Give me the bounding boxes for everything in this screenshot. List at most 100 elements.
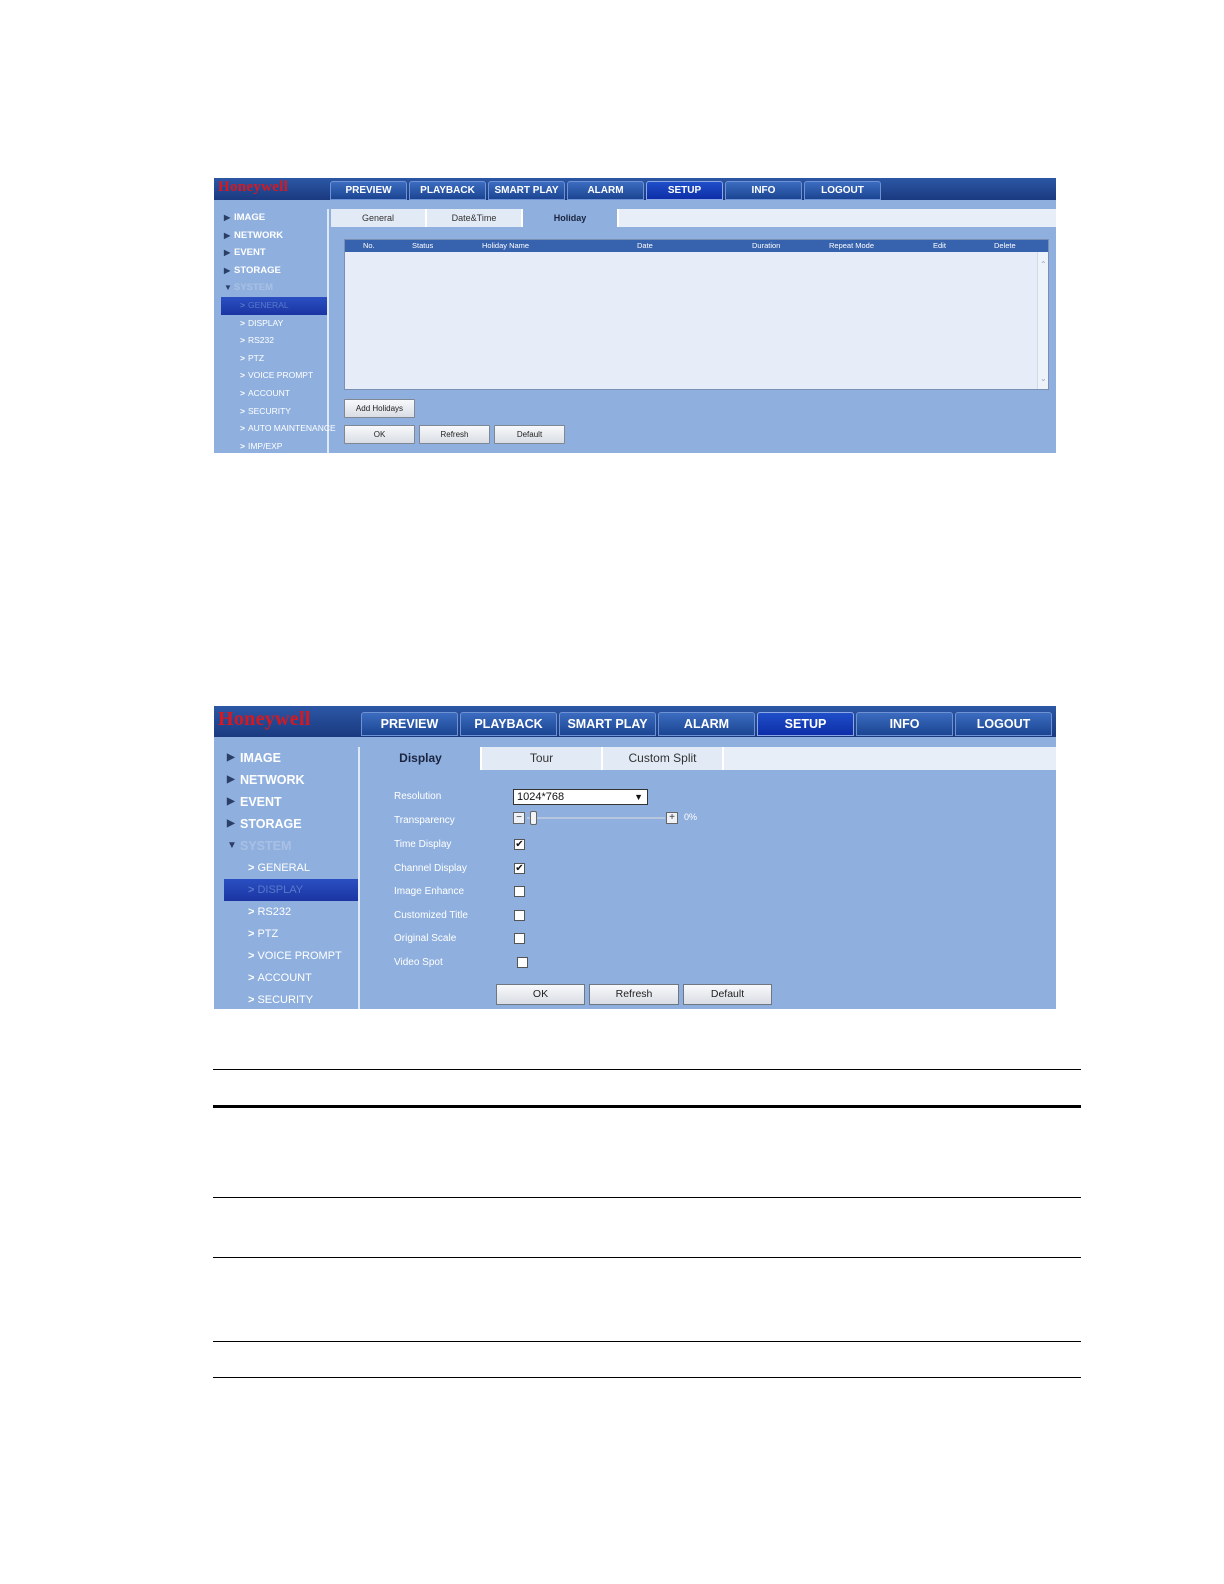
nav-smart-play[interactable]: SMART PLAY [488, 181, 565, 200]
triangle-right-icon: ▶ [227, 774, 235, 785]
sidebar-item-account[interactable]: > ACCOUNT [221, 385, 327, 403]
transparency-slider-handle[interactable] [530, 811, 537, 825]
original-scale-checkbox[interactable] [514, 933, 525, 944]
minus-icon[interactable]: − [513, 812, 525, 824]
tab-display[interactable]: Display [361, 747, 482, 770]
sidebar-item-ptz[interactable]: > PTZ [224, 923, 358, 945]
top-header: Honeywell PREVIEW PLAYBACK SMART PLAY AL… [214, 178, 1056, 200]
chevron-right-icon: > [248, 884, 255, 896]
top-header: Honeywell PREVIEW PLAYBACK SMART PLAY AL… [214, 706, 1056, 737]
sidebar-item-voice-prompt[interactable]: > VOICE PROMPT [221, 367, 327, 385]
sidebar-item-general[interactable]: > GENERAL [224, 857, 358, 879]
display-content: Display Tour Custom Split Resolution 102… [361, 747, 1056, 1009]
holiday-table: No. Status Holiday Name Date Duration Re… [344, 239, 1049, 390]
display-settings-screenshot: Honeywell PREVIEW PLAYBACK SMART PLAY AL… [214, 706, 1056, 1009]
nav-setup[interactable]: SETUP [757, 712, 854, 736]
transparency-slider-track[interactable] [527, 817, 665, 819]
nav-smart-play[interactable]: SMART PLAY [559, 712, 656, 736]
plus-icon[interactable]: + [666, 812, 678, 824]
nav-playback[interactable]: PLAYBACK [460, 712, 557, 736]
chevron-right-icon: > [240, 335, 245, 346]
sidebar-item-display[interactable]: > DISPLAY [221, 315, 327, 333]
tab-tour[interactable]: Tour [482, 747, 603, 770]
tab-bar: Display Tour Custom Split [361, 747, 1056, 770]
sidebar-item-storage[interactable]: ▶ STORAGE [224, 813, 358, 835]
scroll-up-icon[interactable]: ⌃ [1040, 260, 1047, 269]
sidebar-item-imp-exp[interactable]: > IMP/EXP [221, 438, 327, 453]
chevron-right-icon: > [248, 994, 255, 1006]
tab-bar: General Date&Time Holiday [331, 209, 1056, 227]
nav-info[interactable]: INFO [856, 712, 953, 736]
chevron-right-icon: > [248, 906, 255, 918]
time-display-checkbox[interactable]: ✔ [514, 839, 525, 850]
image-enhance-checkbox[interactable] [514, 886, 525, 897]
triangle-right-icon: ▶ [224, 230, 231, 240]
table-rule [213, 1257, 1081, 1258]
add-holidays-button[interactable]: Add Holidays [344, 399, 415, 418]
sidebar-item-rs232[interactable]: > RS232 [221, 332, 327, 350]
sidebar: ▶ IMAGE ▶ NETWORK ▶ EVENT ▶ STORAGE ▼ SYSTEM … [224, 747, 360, 1009]
top-nav: PREVIEW PLAYBACK SMART PLAY ALARM SETUP … [361, 712, 1052, 736]
sidebar-item-account[interactable]: > ACCOUNT [224, 967, 358, 989]
chevron-right-icon: > [248, 862, 255, 874]
video-spot-checkbox[interactable] [517, 957, 528, 968]
nav-logout[interactable]: LOGOUT [804, 181, 881, 200]
nav-info[interactable]: INFO [725, 181, 802, 200]
sidebar-item-system[interactable]: ▼ SYSTEM [221, 279, 327, 297]
sidebar-item-system[interactable]: ▼ SYSTEM [224, 835, 358, 857]
resolution-label: Resolution [394, 791, 442, 802]
channel-display-label: Channel Display [394, 863, 467, 874]
sidebar-item-general[interactable]: > GENERAL [221, 296, 327, 315]
nav-setup[interactable]: SETUP [646, 181, 723, 200]
sidebar-item-event[interactable]: ▶ EVENT [221, 244, 327, 262]
nav-alarm[interactable]: ALARM [567, 181, 644, 200]
sidebar-item-image[interactable]: ▶ IMAGE [224, 747, 358, 769]
tab-holiday[interactable]: Holiday [523, 209, 619, 227]
sidebar-item-security[interactable]: > SECURITY [224, 989, 358, 1009]
col-delete: Delete [994, 241, 1016, 250]
nav-preview[interactable]: PREVIEW [330, 181, 407, 200]
refresh-button[interactable]: Refresh [419, 425, 490, 444]
time-display-label: Time Display [394, 839, 452, 850]
sidebar-item-security[interactable]: > SECURITY [221, 403, 327, 421]
channel-display-checkbox[interactable]: ✔ [514, 863, 525, 874]
col-edit: Edit [933, 241, 946, 250]
tab-custom-split[interactable]: Custom Split [603, 747, 724, 770]
table-scrollbar[interactable]: ⌃ ⌄ [1037, 252, 1048, 389]
chevron-right-icon: > [240, 370, 245, 381]
resolution-select[interactable]: 1024*768 ▼ [513, 789, 648, 805]
scroll-down-icon[interactable]: ⌄ [1040, 374, 1047, 383]
sidebar-item-event[interactable]: ▶ EVENT [224, 791, 358, 813]
sidebar-item-network[interactable]: ▶ NETWORK [221, 227, 327, 245]
triangle-right-icon: ▶ [224, 265, 231, 275]
default-button[interactable]: Default [494, 425, 565, 444]
sidebar-item-display[interactable]: > DISPLAY [224, 879, 358, 901]
table-rule [213, 1069, 1081, 1070]
nav-playback[interactable]: PLAYBACK [409, 181, 486, 200]
table-rule [213, 1341, 1081, 1342]
holiday-table-header: No. Status Holiday Name Date Duration Re… [345, 240, 1048, 252]
resolution-value: 1024*768 [517, 791, 565, 803]
customized-title-checkbox[interactable] [514, 910, 525, 921]
ok-button[interactable]: OK [344, 425, 415, 444]
tab-general[interactable]: General [331, 209, 427, 227]
nav-alarm[interactable]: ALARM [658, 712, 755, 736]
refresh-button[interactable]: Refresh [589, 984, 679, 1005]
chevron-right-icon: > [240, 440, 245, 451]
default-button[interactable]: Default [683, 984, 772, 1005]
sidebar: ▶ IMAGE ▶ NETWORK ▶ EVENT ▶ STORAGE ▼ SYSTEM … [221, 209, 336, 453]
holiday-settings-screenshot: Honeywell PREVIEW PLAYBACK SMART PLAY AL… [214, 178, 1056, 453]
sidebar-item-ptz[interactable]: > PTZ [221, 350, 327, 368]
nav-logout[interactable]: LOGOUT [955, 712, 1052, 736]
sidebar-item-network[interactable]: ▶ NETWORK [224, 769, 358, 791]
sidebar-item-auto-maintenance[interactable]: > AUTO MAINTENANCE [221, 420, 336, 438]
sidebar-item-image[interactable]: ▶ IMAGE [221, 209, 327, 227]
sidebar-item-rs232[interactable]: > RS232 [224, 901, 358, 923]
sidebar-item-voice-prompt[interactable]: > VOICE PROMPT [224, 945, 358, 967]
chevron-right-icon: > [248, 928, 255, 940]
ok-button[interactable]: OK [496, 984, 585, 1005]
transparency-value: 0% [684, 812, 698, 822]
sidebar-item-storage[interactable]: ▶ STORAGE [221, 262, 327, 280]
tab-date-time[interactable]: Date&Time [427, 209, 523, 227]
nav-preview[interactable]: PREVIEW [361, 712, 458, 736]
